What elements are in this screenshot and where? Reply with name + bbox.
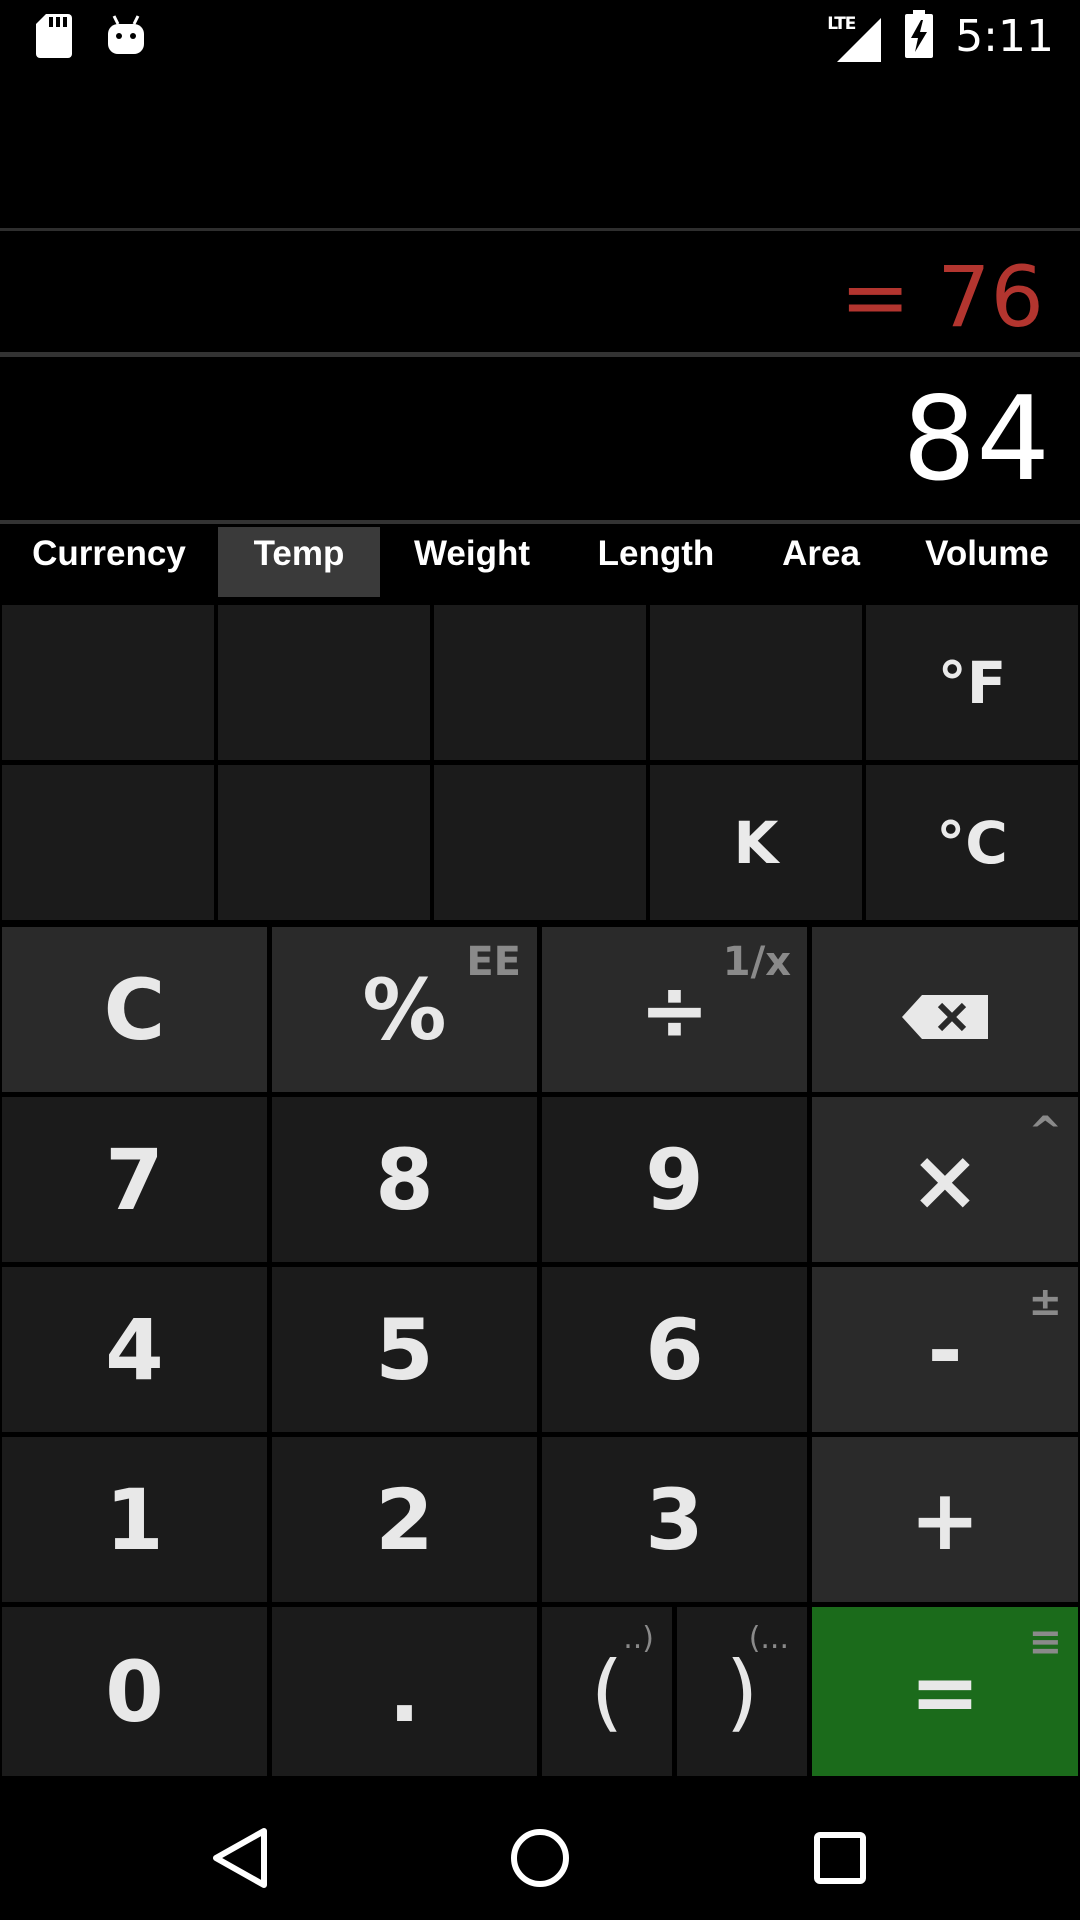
multiply-label: × — [909, 1130, 981, 1229]
unit-key-empty[interactable] — [218, 765, 430, 920]
backspace-button[interactable] — [812, 927, 1078, 1092]
unit-converter-pad: °F K °C — [0, 603, 1080, 923]
plus-minus-label: ± — [1028, 1279, 1062, 1325]
tab-weight[interactable]: Weight — [380, 527, 564, 597]
recents-icon[interactable] — [800, 1818, 880, 1898]
back-icon[interactable] — [200, 1818, 280, 1898]
plus-button[interactable]: + — [812, 1437, 1078, 1602]
multiply-button[interactable]: × ^ — [812, 1097, 1078, 1262]
unit-key-fahrenheit[interactable]: °F — [866, 605, 1078, 760]
unit-key-empty[interactable] — [2, 765, 214, 920]
unit-tabs: Currency Temp Weight Length Area Volume — [0, 527, 1080, 597]
digit-6-button[interactable]: 6 — [542, 1267, 807, 1432]
battery-charging-icon — [905, 10, 934, 63]
percent-button[interactable]: % EE — [272, 927, 537, 1092]
display-divider — [0, 228, 1080, 231]
digit-label: 9 — [645, 1130, 704, 1229]
status-time: 5:11 — [955, 11, 1054, 62]
ee-label: EE — [466, 939, 521, 985]
digit-8-button[interactable]: 8 — [272, 1097, 537, 1262]
unit-key-empty[interactable] — [434, 605, 646, 760]
open-paren-button[interactable]: ( ..) — [542, 1607, 672, 1776]
clear-label: C — [103, 960, 166, 1059]
calculator-display: = 76 84 — [0, 72, 1080, 527]
close-paren-hint: (... — [748, 1621, 789, 1656]
result-text: = 76 — [840, 248, 1044, 346]
tab-area[interactable]: Area — [748, 527, 894, 597]
unit-key-empty[interactable] — [2, 605, 214, 760]
expression-input[interactable]: 84 — [902, 372, 1050, 507]
percent-label: % — [362, 960, 447, 1059]
unit-key-empty[interactable] — [650, 605, 862, 760]
status-bar: LTE 5:11 — [0, 0, 1080, 72]
tab-currency[interactable]: Currency — [0, 527, 218, 597]
minus-button[interactable]: - ± — [812, 1267, 1078, 1432]
main-keypad: C % EE ÷ 1/x 7 8 9 × ^ 4 5 6 - ± 1 2 3 +… — [0, 925, 1080, 1778]
tab-volume[interactable]: Volume — [894, 527, 1080, 597]
clear-button[interactable]: C — [2, 927, 267, 1092]
decimal-button[interactable]: . — [272, 1607, 537, 1776]
home-icon[interactable] — [500, 1818, 580, 1898]
digit-3-button[interactable]: 3 — [542, 1437, 807, 1602]
open-paren-hint: ..) — [623, 1621, 654, 1656]
digit-label: 4 — [105, 1300, 164, 1399]
backspace-icon — [902, 961, 988, 1059]
digit-label: 7 — [105, 1130, 164, 1229]
digit-label: 0 — [105, 1642, 164, 1741]
decimal-label: . — [388, 1642, 421, 1741]
close-paren-label: ) — [725, 1642, 759, 1741]
android-debug-icon — [106, 14, 146, 63]
digit-2-button[interactable]: 2 — [272, 1437, 537, 1602]
minus-label: - — [927, 1300, 963, 1399]
unit-key-empty[interactable] — [434, 765, 646, 920]
navigation-bar — [0, 1778, 1080, 1920]
display-divider — [0, 352, 1080, 357]
signal-icon: LTE — [827, 14, 883, 62]
digit-label: 2 — [375, 1470, 434, 1569]
digit-label: 3 — [645, 1470, 704, 1569]
divide-button[interactable]: ÷ 1/x — [542, 927, 807, 1092]
digit-7-button[interactable]: 7 — [2, 1097, 267, 1262]
digit-4-button[interactable]: 4 — [2, 1267, 267, 1432]
digit-0-button[interactable]: 0 — [2, 1607, 267, 1776]
sd-card-icon — [36, 14, 72, 63]
unit-key-kelvin[interactable]: K — [650, 765, 862, 920]
reciprocal-label: 1/x — [722, 939, 791, 985]
history-menu-icon: ≡ — [1028, 1619, 1062, 1665]
digit-1-button[interactable]: 1 — [2, 1437, 267, 1602]
tab-length[interactable]: Length — [564, 527, 748, 597]
display-divider — [0, 520, 1080, 524]
digit-5-button[interactable]: 5 — [272, 1267, 537, 1432]
divide-label: ÷ — [639, 960, 710, 1059]
digit-label: 6 — [645, 1300, 704, 1399]
open-paren-label: ( — [590, 1642, 624, 1741]
unit-key-celsius[interactable]: °C — [866, 765, 1078, 920]
digit-label: 1 — [105, 1470, 164, 1569]
digit-label: 8 — [375, 1130, 434, 1229]
unit-key-empty[interactable] — [218, 605, 430, 760]
close-paren-button[interactable]: ) (... — [677, 1607, 807, 1776]
equals-label: = — [909, 1642, 981, 1741]
digit-label: 5 — [375, 1300, 434, 1399]
plus-label: + — [909, 1470, 981, 1569]
power-label: ^ — [1028, 1109, 1062, 1155]
equals-button[interactable]: = ≡ — [812, 1607, 1078, 1776]
digit-9-button[interactable]: 9 — [542, 1097, 807, 1262]
tab-temp[interactable]: Temp — [218, 527, 380, 597]
